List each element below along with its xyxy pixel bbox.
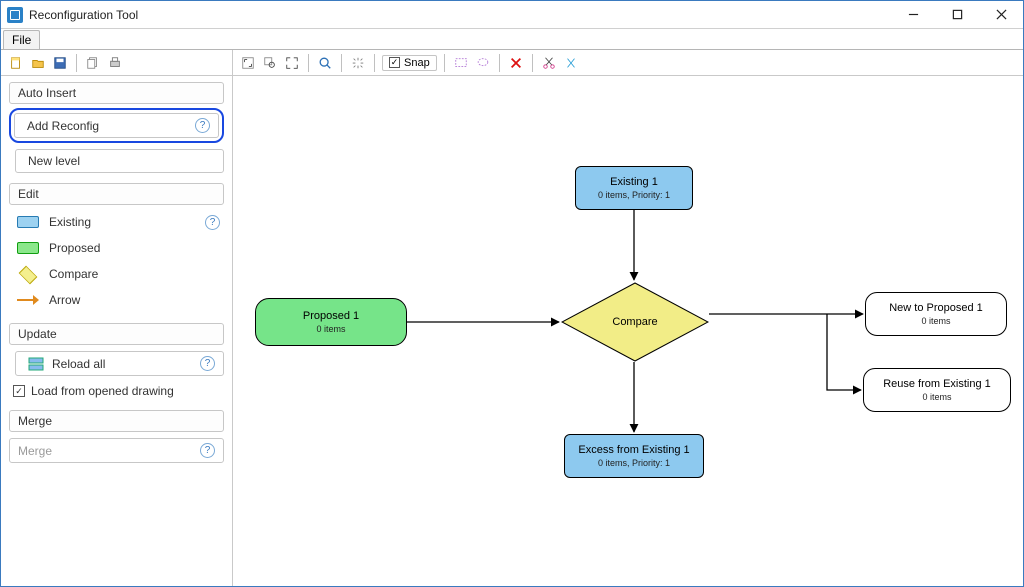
zoom-fit-icon[interactable]: [283, 54, 301, 72]
legend-compare[interactable]: Compare: [15, 261, 222, 287]
legend-existing[interactable]: Existing ?: [15, 209, 222, 235]
pan-icon[interactable]: [349, 54, 367, 72]
legend-proposed[interactable]: Proposed: [15, 235, 222, 261]
snap-toggle[interactable]: Snap: [382, 55, 437, 71]
add-reconfig-highlight: Add Reconfig ?: [9, 108, 224, 143]
node-title: Proposed 1: [256, 310, 406, 323]
node-reuse[interactable]: Reuse from Existing 1 0 items: [863, 368, 1011, 412]
snap-checkbox[interactable]: [389, 57, 400, 68]
load-from-drawing-label: Load from opened drawing: [31, 384, 174, 398]
legend-arrow[interactable]: Arrow: [15, 287, 222, 313]
help-icon[interactable]: ?: [200, 356, 215, 371]
checkbox-icon: [13, 385, 25, 397]
app-window: Reconfiguration Tool File: [0, 0, 1024, 587]
node-subtitle: 0 items, Priority: 1: [576, 190, 692, 200]
node-title: Reuse from Existing 1: [864, 378, 1010, 391]
help-icon[interactable]: ?: [200, 443, 215, 458]
diagram-canvas[interactable]: Existing 1 0 items, Priority: 1 Proposed…: [233, 76, 1023, 586]
legend-compare-label: Compare: [49, 267, 98, 281]
section-merge: Merge: [9, 410, 224, 432]
menubar: File: [1, 29, 1023, 50]
paste-icon[interactable]: [562, 54, 580, 72]
select-rect-icon[interactable]: [452, 54, 470, 72]
proposed-swatch-icon: [17, 242, 39, 254]
add-reconfig-button[interactable]: Add Reconfig ?: [14, 113, 219, 138]
maximize-button[interactable]: [935, 1, 979, 28]
open-file-icon[interactable]: [29, 54, 47, 72]
print-icon[interactable]: [106, 54, 124, 72]
node-subtitle: 0 items: [256, 324, 406, 334]
section-update: Update: [9, 323, 224, 345]
node-new-to-proposed[interactable]: New to Proposed 1 0 items: [865, 292, 1007, 336]
compare-swatch-icon: [17, 267, 39, 281]
app-icon: [7, 7, 23, 23]
zoom-region-icon[interactable]: [261, 54, 279, 72]
arrow-swatch-icon: [17, 294, 39, 306]
minimize-button[interactable]: [891, 1, 935, 28]
add-reconfig-label: Add Reconfig: [27, 119, 195, 133]
load-from-drawing-checkbox[interactable]: Load from opened drawing: [9, 376, 224, 400]
snap-label: Snap: [404, 57, 430, 69]
window-title: Reconfiguration Tool: [29, 8, 891, 22]
legend-arrow-label: Arrow: [49, 293, 80, 307]
node-compare-label: Compare: [561, 282, 709, 362]
new-level-label: New level: [28, 154, 215, 168]
node-subtitle: 0 items: [866, 316, 1006, 326]
save-icon[interactable]: [51, 54, 69, 72]
new-file-icon[interactable]: [7, 54, 25, 72]
section-auto-insert: Auto Insert: [9, 82, 224, 104]
menu-file[interactable]: File: [3, 30, 40, 49]
legend-proposed-label: Proposed: [49, 241, 100, 255]
close-button[interactable]: [979, 1, 1023, 28]
node-compare[interactable]: Compare: [561, 282, 709, 362]
reload-icon: [28, 357, 44, 371]
node-title: Existing 1: [576, 176, 692, 189]
select-lasso-icon[interactable]: [474, 54, 492, 72]
node-existing-1[interactable]: Existing 1 0 items, Priority: 1: [575, 166, 693, 210]
node-title: New to Proposed 1: [866, 302, 1006, 315]
node-proposed-1[interactable]: Proposed 1 0 items: [255, 298, 407, 346]
merge-input[interactable]: Merge ?: [9, 438, 224, 463]
node-subtitle: 0 items: [864, 392, 1010, 402]
reload-all-label: Reload all: [52, 357, 105, 371]
sidebar: Auto Insert Add Reconfig ? New level Edi…: [1, 76, 233, 586]
help-icon[interactable]: ?: [195, 118, 210, 133]
toolbar-row: Snap: [1, 50, 1023, 76]
delete-icon[interactable]: [507, 54, 525, 72]
node-subtitle: 0 items, Priority: 1: [565, 458, 703, 468]
cut-icon[interactable]: [540, 54, 558, 72]
section-edit: Edit: [9, 183, 224, 205]
main-area: Auto Insert Add Reconfig ? New level Edi…: [1, 76, 1023, 586]
existing-swatch-icon: [17, 216, 39, 228]
merge-placeholder: Merge: [18, 444, 52, 458]
zoom-icon[interactable]: [316, 54, 334, 72]
titlebar: Reconfiguration Tool: [1, 1, 1023, 29]
help-icon[interactable]: ?: [205, 215, 220, 230]
new-level-button[interactable]: New level: [15, 149, 224, 173]
copy-icon[interactable]: [84, 54, 102, 72]
reload-all-button[interactable]: Reload all ?: [15, 351, 224, 376]
zoom-extents-icon[interactable]: [239, 54, 257, 72]
legend-existing-label: Existing: [49, 215, 91, 229]
node-excess[interactable]: Excess from Existing 1 0 items, Priority…: [564, 434, 704, 478]
node-title: Excess from Existing 1: [565, 444, 703, 457]
